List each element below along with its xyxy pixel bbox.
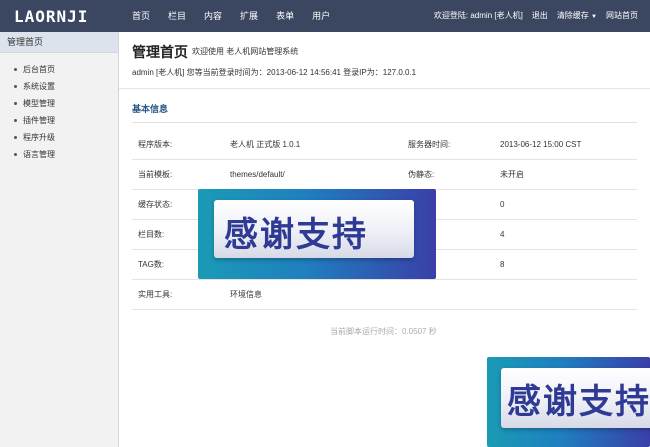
runtime-note: 当前脚本运行时间：0.0507 秒: [330, 327, 437, 336]
thanks-badge: 感谢支持: [487, 357, 650, 447]
info-key: [408, 279, 500, 310]
bullet-icon: [14, 102, 17, 106]
nav-columns[interactable]: 栏目: [168, 0, 186, 32]
sidebar-item-label: 插件管理: [23, 116, 55, 125]
divider: [132, 122, 637, 123]
welcome-subtitle: 欢迎使用 老人机网站管理系统: [192, 47, 299, 56]
sidebar-title[interactable]: 管理首页: [0, 32, 118, 53]
info-value: 2013-06-12 15:00 CST: [500, 130, 637, 160]
env-info-link[interactable]: 环境信息: [230, 279, 408, 310]
sidebar: 管理首页 后台首页 系统设置 模型管理 插件管理 程序升级 语言管理: [0, 32, 119, 447]
info-value: themes/default/: [230, 159, 408, 190]
sidebar-item-dashboard[interactable]: 后台首页: [0, 61, 118, 78]
nav-home[interactable]: 首页: [132, 0, 150, 32]
page-title: 管理首页: [132, 44, 188, 60]
table-row: 实用工具: 环境信息: [132, 279, 637, 310]
sidebar-item-settings[interactable]: 系统设置: [0, 78, 118, 95]
sidebar-item-upgrade[interactable]: 程序升级: [0, 129, 118, 146]
section-title: 基本信息: [132, 104, 169, 114]
main-nav: 首页 栏目 内容 扩展 表单 用户: [132, 0, 348, 32]
sidebar-item-label: 程序升级: [23, 133, 55, 142]
badge-text: 感谢支持: [224, 215, 368, 255]
info-value: 8: [500, 249, 637, 280]
info-key: 当前模板:: [132, 159, 230, 190]
login-info: admin [老人机] 您等当前登录时间为：2013-06-12 14:56:4…: [132, 68, 417, 77]
welcome-text: 欢迎登陆: admin [老人机]: [433, 11, 523, 20]
info-key: 实用工具:: [132, 279, 230, 310]
table-row: 程序版本: 老人机 正式版 1.0.1 服务器时间: 2013-06-12 15…: [132, 130, 637, 160]
site-logo[interactable]: LAORNJI: [14, 7, 88, 26]
badge-text: 感谢支持: [507, 382, 650, 422]
sidebar-item-label: 系统设置: [23, 82, 55, 91]
info-key: 程序版本:: [132, 130, 230, 160]
sidebar-item-label: 后台首页: [23, 65, 55, 74]
bullet-icon: [14, 153, 17, 157]
bullet-icon: [14, 136, 17, 140]
sidebar-menu: 后台首页 系统设置 模型管理 插件管理 程序升级 语言管理: [0, 61, 118, 163]
info-key: 伪静态:: [408, 159, 500, 190]
info-value: [500, 279, 637, 310]
table-row: 当前模板: themes/default/ 伪静态: 未开启: [132, 159, 637, 190]
sidebar-item-language[interactable]: 语言管理: [0, 146, 118, 163]
chevron-down-icon: ▼: [591, 14, 597, 20]
bullet-icon: [14, 68, 17, 72]
info-value: 0: [500, 189, 637, 220]
bullet-icon: [14, 119, 17, 123]
nav-extensions[interactable]: 扩展: [240, 0, 258, 32]
rewrite-status: 未开启: [500, 159, 637, 190]
logout-link[interactable]: 退出: [532, 0, 548, 32]
sidebar-item-label: 模型管理: [23, 99, 55, 108]
top-right-links: 欢迎登陆: admin [老人机] 退出 清除缓存 ▼ 网站首页: [434, 0, 638, 32]
bullet-icon: [14, 85, 17, 89]
site-home-link[interactable]: 网站首页: [606, 0, 638, 32]
info-value: 老人机 正式版 1.0.1: [230, 130, 408, 160]
sidebar-item-plugins[interactable]: 插件管理: [0, 112, 118, 129]
nav-forms[interactable]: 表单: [276, 0, 294, 32]
info-value: 4: [500, 219, 637, 250]
clear-cache-label: 清除缓存: [556, 11, 589, 20]
sidebar-item-label: 语言管理: [23, 150, 55, 159]
nav-content[interactable]: 内容: [204, 0, 222, 32]
thanks-badge: 感谢支持: [198, 189, 436, 279]
divider: [119, 88, 650, 89]
info-key: 服务器时间:: [408, 130, 500, 160]
top-navbar: LAORNJI 首页 栏目 内容 扩展 表单 用户 欢迎登陆: admin [老…: [0, 0, 650, 32]
sidebar-item-models[interactable]: 模型管理: [0, 95, 118, 112]
clear-cache-menu[interactable]: 清除缓存 ▼: [557, 0, 597, 32]
nav-users[interactable]: 用户: [312, 0, 330, 32]
